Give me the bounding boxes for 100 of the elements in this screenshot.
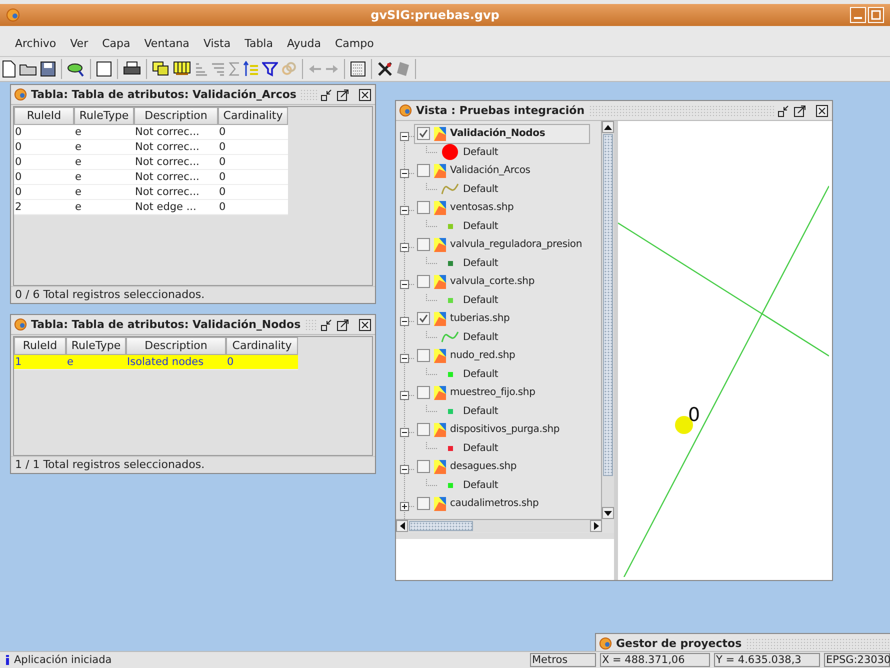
app-logo-icon [6,8,20,22]
table-row[interactable]: 0 e Not correc... 0 [14,155,372,170]
table-icon[interactable] [173,61,191,77]
expander-icon[interactable] [400,428,409,437]
expander-icon[interactable] [400,465,409,474]
table-row[interactable]: 0 e Not correc... 0 [14,185,372,200]
layer-item[interactable]: desagues.shp [414,456,520,476]
table-row[interactable]: 0 e Not correc... 0 [14,170,372,185]
checkbox[interactable] [417,386,430,399]
scroll-right-button[interactable] [590,520,602,532]
table-cell: e [74,200,134,215]
table-cell: 0 [14,185,74,200]
table-row[interactable]: 2 e Not edge ... 0 [14,200,372,215]
expander-icon[interactable] [400,132,409,141]
open-folder-icon[interactable] [19,62,37,76]
checkbox[interactable] [417,312,430,325]
layer-icon [434,312,446,326]
close-icon[interactable] [359,88,371,100]
sort-icon[interactable] [243,61,259,77]
close-icon[interactable] [816,104,828,116]
expander-icon[interactable] [400,243,409,252]
menu-item[interactable]: Archivo [8,36,64,50]
expander-icon[interactable] [400,169,409,178]
units-field: Metros [530,653,596,667]
grid-icon[interactable] [350,61,366,77]
layer-item[interactable]: valvula_reguladora_presion [414,234,585,254]
maximize-icon[interactable] [337,88,349,100]
column-header[interactable]: RuleId [14,107,74,125]
layer-icon [434,238,446,252]
minimize-button[interactable] [850,7,866,23]
layer-item[interactable]: Validación_Nodos [414,124,590,144]
point-symbol-icon [442,144,458,160]
checkbox[interactable] [417,423,430,436]
app-logo-icon [599,637,612,650]
map-canvas[interactable]: 0 [618,121,832,580]
horizontal-scrollbar[interactable] [396,519,602,532]
scroll-down-button[interactable] [602,507,614,519]
checkbox[interactable] [417,497,430,510]
zoom-icon[interactable] [67,61,85,77]
menu-item[interactable]: Ventana [137,36,196,50]
minimize-icon[interactable] [321,88,333,100]
column-header[interactable]: Cardinality [218,107,288,125]
expander-icon[interactable] [400,391,409,400]
menu-item[interactable]: Vista [196,36,238,50]
layer-item[interactable]: Validación_Arcos [414,160,534,180]
table-row[interactable]: 0 e Not correc... 0 [14,125,372,140]
checkbox[interactable] [417,275,430,288]
vertical-scrollbar[interactable] [601,121,614,519]
layer-icon [434,422,446,436]
save-icon[interactable] [40,61,56,77]
layer-item[interactable]: muestreo_fijo.shp [414,382,538,402]
print-icon[interactable] [123,61,141,77]
table-row[interactable]: 0 e Not correc... 0 [14,140,372,155]
layer-item[interactable]: nudo_red.shp [414,346,518,366]
legend-label: Default [463,442,498,454]
maximize-icon[interactable] [337,318,349,330]
minimize-icon[interactable] [778,104,790,116]
layers-icon[interactable] [152,61,170,77]
checkbox[interactable] [417,238,430,251]
status-message: Aplicación iniciada [14,654,112,666]
new-file-icon[interactable] [2,60,16,78]
expander-icon[interactable] [400,280,409,289]
menu-item[interactable]: Capa [95,36,138,50]
checkbox[interactable] [417,349,430,362]
expander-icon[interactable] [400,206,409,215]
minimize-icon[interactable] [321,318,333,330]
column-header[interactable]: Cardinality [226,337,298,355]
table-row[interactable]: 1 e Isolated nodes 0 [14,355,372,370]
frame-icon[interactable] [96,61,112,77]
layer-item[interactable]: valvula_corte.shp [414,272,538,292]
filter-icon[interactable] [262,61,278,77]
scroll-left-button[interactable] [396,520,408,532]
checkbox[interactable] [417,460,430,473]
maximize-button[interactable] [868,7,884,23]
menu-item[interactable]: Tabla [238,36,280,50]
maximize-icon[interactable] [794,104,806,116]
layer-item[interactable]: tuberias.shp [414,308,513,328]
table-cell: e [74,170,134,185]
column-header[interactable]: RuleType [66,337,126,355]
tools-icon[interactable] [377,61,393,77]
layer-item[interactable]: dispositivos_purga.shp [414,420,563,440]
expander-icon[interactable] [400,317,409,326]
table-cell: e [74,125,134,140]
column-header[interactable]: RuleId [14,337,66,355]
menu-item[interactable]: Ver [63,36,96,50]
menu-item[interactable]: Ayuda [280,36,328,50]
column-header[interactable]: Description [134,107,218,125]
legend-label: Default [463,406,498,416]
close-icon[interactable] [359,318,371,330]
layer-item[interactable]: ventosas.shp [414,198,517,218]
scroll-up-button[interactable] [602,121,614,133]
column-header[interactable]: Description [126,337,226,355]
expander-icon[interactable] [400,354,409,363]
column-header[interactable]: RuleType [74,107,134,125]
layer-item[interactable]: caudalimetros.shp [414,494,542,514]
checkbox[interactable] [417,201,430,214]
expander-icon[interactable] [400,502,409,511]
checkbox[interactable] [417,164,430,177]
checkbox[interactable] [417,127,430,140]
menu-item[interactable]: Campo [328,36,381,50]
